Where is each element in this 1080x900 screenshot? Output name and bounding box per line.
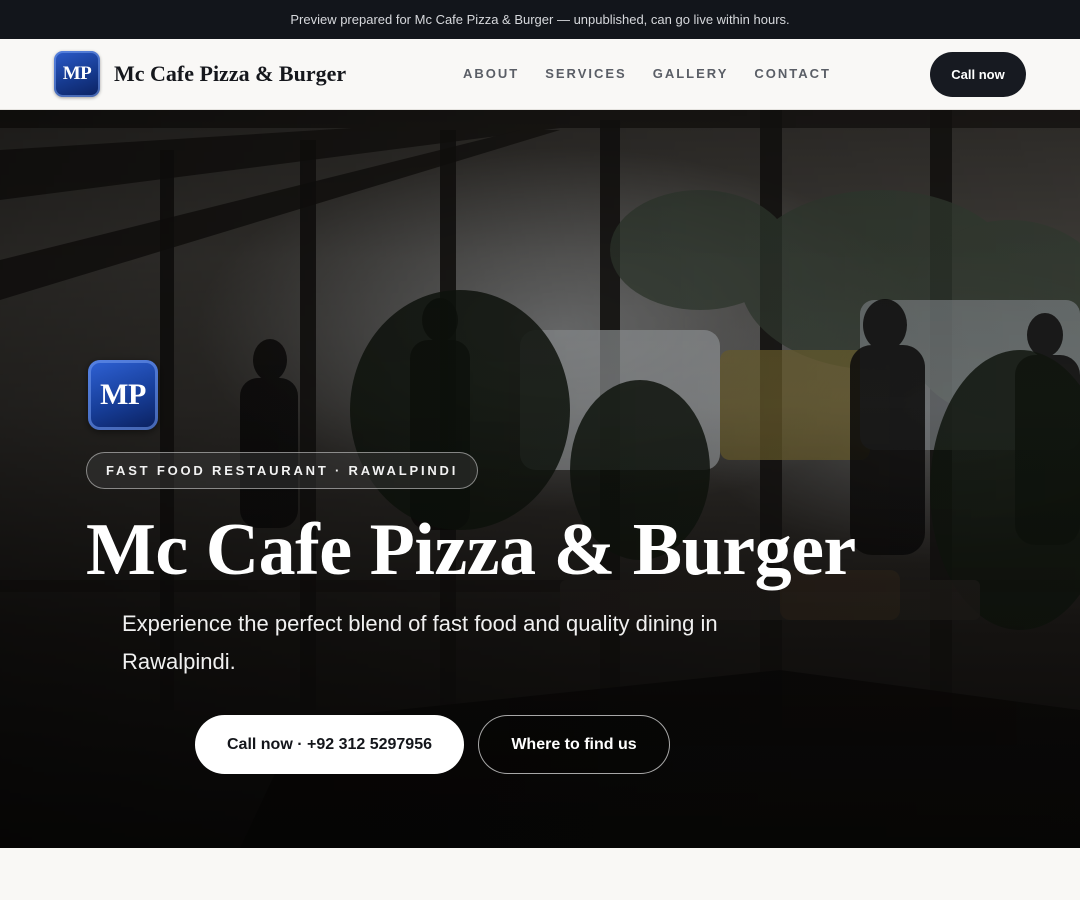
preview-banner: Preview prepared for Mc Cafe Pizza & Bur… (0, 0, 1080, 39)
preview-banner-text: Preview prepared for Mc Cafe Pizza & Bur… (290, 12, 790, 27)
site-header: MP Mc Cafe Pizza & Burger ABOUT SERVICES… (0, 39, 1080, 110)
main-nav: ABOUT SERVICES GALLERY CONTACT (463, 66, 831, 81)
nav-link-about[interactable]: ABOUT (463, 66, 519, 81)
where-to-find-us-button[interactable]: Where to find us (478, 715, 670, 774)
nav-link-contact[interactable]: CONTACT (754, 66, 831, 81)
logo-text: MP (62, 63, 92, 84)
call-now-button[interactable]: Call now · +92 312 5297956 (195, 715, 464, 774)
next-section (0, 848, 1080, 900)
category-tag: FAST FOOD RESTAURANT · RAWALPINDI (86, 452, 479, 489)
hero-title: Mc Cafe Pizza & Burger (86, 509, 856, 591)
nav-link-gallery[interactable]: GALLERY (653, 66, 729, 81)
brand-name[interactable]: Mc Cafe Pizza & Burger (114, 61, 346, 87)
hero-section: MP FAST FOOD RESTAURANT · RAWALPINDI Mc … (0, 110, 1080, 848)
hero-subtitle: Experience the perfect blend of fast foo… (122, 611, 718, 674)
logo-icon[interactable]: MP (54, 51, 100, 97)
hero-logo-icon: MP (88, 360, 158, 430)
header-call-button[interactable]: Call now (930, 52, 1026, 97)
hero-logo-text: MP (100, 378, 146, 411)
nav-link-services[interactable]: SERVICES (545, 66, 627, 81)
